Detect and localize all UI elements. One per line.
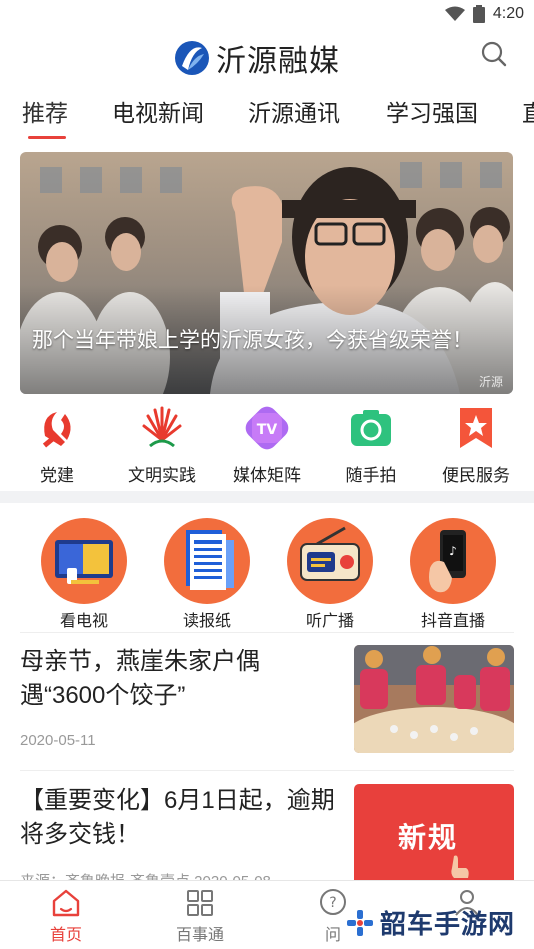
quick-nav-label: 党建 [40, 466, 74, 485]
quick-nav-snapshot[interactable]: 随手拍 [321, 400, 421, 486]
tab-recommend[interactable]: 推荐 [22, 94, 68, 128]
search-icon [481, 41, 507, 67]
svg-text:♪: ♪ [449, 544, 457, 558]
quick-nav: 党建 文明实践 TV 媒体矩阵 随手拍 便民服务 [0, 400, 534, 490]
banner-photo [20, 152, 513, 394]
tv-matrix-icon: TV [245, 406, 289, 450]
watermark-text: 韶车手游网 [380, 909, 516, 939]
quick-nav-media-matrix[interactable]: TV 媒体矩阵 [217, 400, 317, 486]
hand-pointer-icon [451, 855, 469, 878]
media-nav-newspaper[interactable]: 读报纸 [152, 518, 262, 631]
list-divider [20, 632, 514, 633]
news-item[interactable]: 母亲节，燕崖朱家户偶遇“3600个饺子” 2020-05-11 [20, 645, 514, 757]
news-title: 【重要变化】6月1日起，逾期将多交钱！ [20, 787, 335, 848]
media-nav-label: 听广播 [305, 613, 354, 630]
civilization-practice-icon [142, 406, 182, 448]
search-button[interactable] [480, 40, 508, 68]
media-nav-label: 抖音直播 [420, 613, 485, 630]
douyin-phone-icon: ♪ [410, 518, 496, 604]
quick-nav-label: 随手拍 [345, 466, 397, 485]
quick-nav-civilization[interactable]: 文明实践 [112, 400, 212, 486]
quick-nav-services[interactable]: 便民服务 [426, 400, 526, 486]
quick-nav-label: 便民服务 [442, 466, 510, 485]
active-tab-indicator [28, 136, 66, 139]
news-thumbnail: 新规 [354, 784, 514, 892]
banner-caption: 那个当年带娘上学的沂源女孩，今获省级荣誉！ [32, 329, 473, 352]
news-item[interactable]: 【重要变化】6月1日起，逾期将多交钱！ 来源：齐鲁晚报·齐鲁壹点 2020-05… [20, 784, 514, 892]
question-icon: ? [320, 889, 346, 915]
tab-tv-news[interactable]: 电视新闻 [112, 94, 204, 128]
news-title: 母亲节，燕崖朱家户偶遇“3600个饺子” [20, 648, 260, 709]
nav-home[interactable]: 首页 [21, 887, 111, 945]
featured-banner[interactable]: 那个当年带娘上学的沂源女孩，今获省级荣誉！ 沂源 [20, 152, 513, 394]
quick-nav-label: 媒体矩阵 [233, 466, 301, 485]
wifi-icon [444, 6, 465, 21]
tab-study[interactable]: 学习强国 [386, 94, 478, 128]
nav-label: 首页 [49, 927, 82, 944]
tv-icon [41, 518, 127, 604]
media-nav-label: 看电视 [59, 613, 108, 630]
nav-label: 百事通 [175, 927, 224, 944]
nav-baishitong[interactable]: 百事通 [155, 887, 245, 945]
grid-icon [187, 890, 213, 916]
home-icon [52, 889, 80, 917]
svg-text:TV: TV [257, 422, 278, 438]
banner-watermark: 沂源 [478, 375, 503, 389]
radio-icon [287, 518, 373, 604]
battery-icon [472, 5, 485, 23]
party-emblem-icon [42, 412, 71, 448]
media-nav-radio[interactable]: 听广播 [275, 518, 385, 631]
section-divider [0, 491, 534, 503]
media-nav-label: 读报纸 [182, 613, 231, 630]
watermark-logo-icon [347, 909, 373, 936]
camera-icon [351, 410, 391, 446]
list-divider [20, 770, 514, 771]
app-logo-icon [175, 41, 209, 75]
newspaper-icon [164, 518, 250, 604]
tab-live[interactable]: 直 [522, 94, 534, 128]
quick-nav-label: 文明实践 [128, 466, 196, 485]
app-header: 沂源融媒 [0, 30, 534, 80]
tab-yiyuan-news[interactable]: 沂源通讯 [248, 94, 340, 128]
star-bookmark-icon [460, 408, 492, 448]
media-nav-tv[interactable]: 看电视 [29, 518, 139, 631]
news-thumbnail [354, 645, 514, 753]
news-date: 2020-05-11 [20, 732, 96, 749]
quick-nav-party[interactable]: 党建 [7, 400, 107, 486]
site-watermark: 韶车手游网 [346, 904, 515, 941]
media-nav-douyin[interactable]: ♪ 抖音直播 [398, 518, 508, 631]
thumbnail-text: 新规 [398, 822, 459, 853]
svg-text:?: ? [329, 895, 336, 911]
status-icons: 4:20 [444, 5, 524, 23]
status-time: 4:20 [492, 5, 524, 22]
channel-tabs: 推荐 电视新闻 沂源通讯 学习强国 直 [0, 94, 534, 140]
status-bar: 4:20 [0, 0, 534, 30]
media-nav: 看电视 读报纸 听广播 ♪ 抖音直播 [0, 518, 534, 630]
brand: 沂源融媒 [174, 36, 340, 80]
app-title: 沂源融媒 [216, 45, 340, 78]
